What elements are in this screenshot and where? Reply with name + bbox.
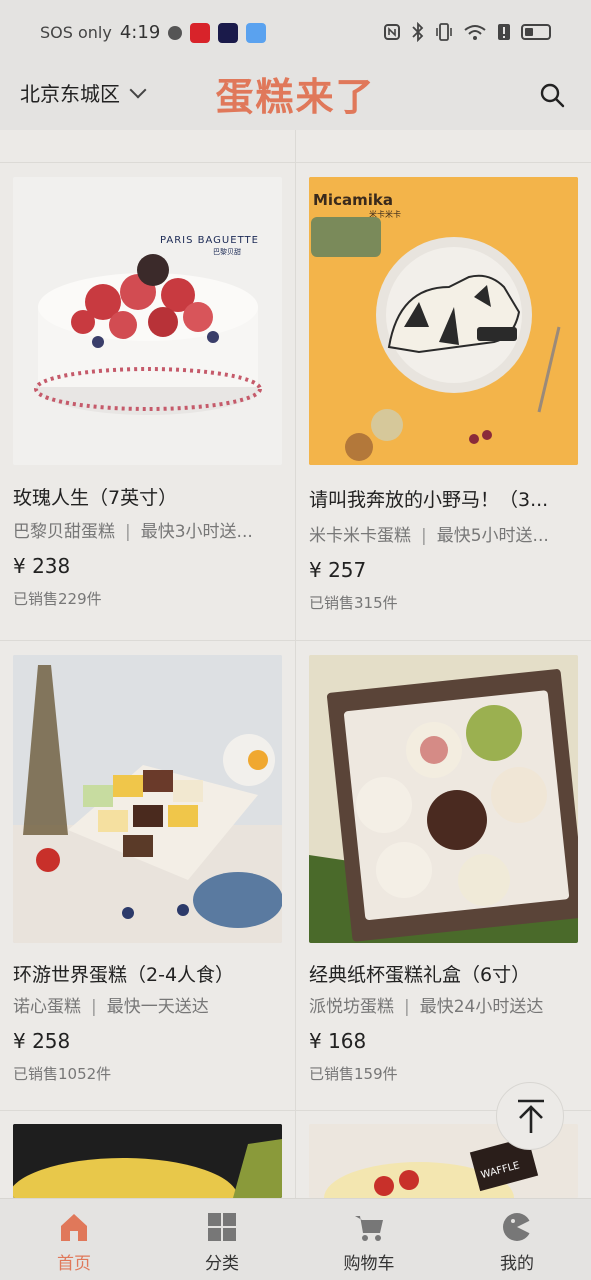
status-bar: SOS only 4:19 [0,0,591,62]
product-price: ¥ 168 [309,1029,367,1053]
product-card[interactable]: PARIS BAGUETTE 巴黎贝甜 玫瑰人生（7英寸） 巴黎贝甜蛋糕 | 最快3… [0,163,295,641]
vibrate-icon [436,23,452,41]
delivery-time: 最快3小时送... [140,522,253,542]
product-meta: 诺心蛋糕 | 最快一天送达 [13,997,209,1017]
clock: 4:19 [119,22,161,43]
product-meta: 派悦坊蛋糕 | 最快24小时送达 [309,997,544,1017]
tab-category[interactable]: 分类 [148,1199,296,1280]
product-sold: 已销售159件 [309,1065,398,1083]
product-card[interactable]: 经典纸杯蛋糕礼盒（6寸） 派悦坊蛋糕 | 最快24小时送达 ¥ 168 已销售159… [296,641,591,1111]
app-notification-icon [218,22,239,43]
profile-icon [503,1213,531,1241]
product-name: 玫瑰人生（7英寸） [13,487,178,509]
wifi-icon [464,25,486,40]
tab-label: 购物车 [343,1254,395,1274]
product-price: ¥ 258 [13,1029,71,1053]
product-name: 请叫我奔放的小野马！（3... [309,489,549,511]
product-sold: 已销售315件 [309,594,398,612]
product-image[interactable]: PARIS BAGUETTE 巴黎贝甜 [13,177,282,465]
home-icon [61,1214,87,1241]
app-notification-icon [246,22,267,43]
battery-icon [521,24,551,40]
tab-label: 首页 [57,1254,91,1274]
tab-label: 分类 [205,1254,239,1274]
product-card[interactable]: Micamika 米卡米卡 请叫我奔放的小野马！（3... 米卡米卡蛋糕 | 最快5… [296,163,591,641]
back-to-top-icon [518,1099,544,1133]
product-meta: 米卡米卡蛋糕 | 最快5小时送... [309,526,549,546]
carrier-text: SOS only [40,23,112,42]
shop-name: 诺心蛋糕 [13,997,81,1017]
product-price: ¥ 238 [13,554,71,578]
status-right [383,22,551,42]
shop-name: 米卡米卡蛋糕 [309,526,411,546]
app-notification-icon [190,22,211,43]
tab-home[interactable]: 首页 [0,1199,148,1280]
product-sold: 已销售229件 [13,590,102,608]
cart-icon [355,1216,383,1241]
category-icon [208,1213,236,1241]
product-card[interactable] [0,1111,295,1198]
product-meta: 巴黎贝甜蛋糕 | 最快3小时送... [13,522,253,542]
product-sold: 已销售1052件 [13,1065,112,1083]
product-image[interactable] [13,655,282,943]
tab-cart[interactable]: 购物车 [295,1199,443,1280]
delivery-time: 最快一天送达 [106,997,209,1017]
shop-name: 派悦坊蛋糕 [309,997,394,1017]
cropped-sold-text [14,117,104,129]
delivery-time: 最快5小时送... [436,526,549,546]
tab-profile[interactable]: 我的 [443,1199,591,1280]
back-to-top-button[interactable] [496,1082,564,1150]
product-price: ¥ 257 [309,558,367,582]
bluetooth-icon [412,22,424,42]
shop-name: 巴黎贝甜蛋糕 [13,522,115,542]
shield-icon [168,25,183,40]
product-image[interactable] [309,655,578,943]
product-image[interactable] [13,1124,282,1198]
brand-text: Micamika [313,191,393,209]
bottom-tab-bar: 首页 分类 购物车 我的 [0,1198,591,1280]
status-left: SOS only 4:19 [40,22,267,43]
nfc-icon [384,24,400,40]
product-card[interactable]: 环游世界蛋糕（2-4人食） 诺心蛋糕 | 最快一天送达 ¥ 258 已销售1052件 [0,641,295,1111]
product-name: 环游世界蛋糕（2-4人食） [13,964,235,986]
alert-icon [498,24,510,40]
app-title: 蛋糕来了 [215,75,376,119]
product-image[interactable]: Micamika 米卡米卡 [309,177,578,465]
product-name: 经典纸杯蛋糕礼盒（6寸） [309,964,531,986]
tab-label: 我的 [500,1254,534,1274]
brand-text-cn: 巴黎贝甜 [213,247,241,256]
brand-text: PARIS BAGUETTE [160,235,259,246]
search-icon[interactable] [539,82,565,108]
delivery-time: 最快24小时送达 [419,997,544,1017]
